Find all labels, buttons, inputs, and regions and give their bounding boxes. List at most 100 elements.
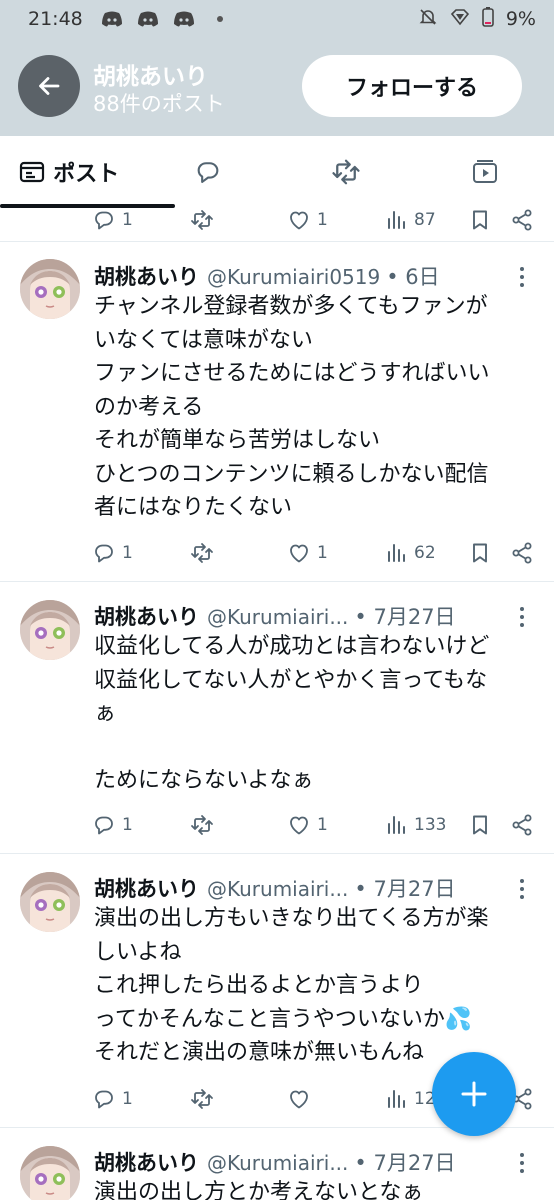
heart-icon: [287, 541, 311, 565]
post-text: 演出の出し方とか考えないとなぁ: [94, 1180, 424, 1200]
post-author-name[interactable]: 胡桃あいり: [94, 601, 199, 631]
profile-name: 胡桃あいり: [93, 64, 208, 90]
repost-icon: [190, 1087, 214, 1111]
avatar[interactable]: [20, 872, 80, 932]
post-header: 胡桃あいり @Kurumiairi... • 7月27日: [94, 873, 456, 903]
views-button[interactable]: 12: [384, 1081, 436, 1117]
reply-button[interactable]: 1: [92, 535, 133, 571]
battery-level: 9%: [505, 8, 536, 30]
reply-button[interactable]: 1: [92, 1081, 133, 1117]
post-text: チャンネル登録者数が多くてもファンが いなくては意味がない ファンにさせるために…: [94, 294, 490, 520]
back-button[interactable]: [18, 55, 80, 117]
post-author-handle[interactable]: @Kurumiairi...: [207, 1151, 348, 1175]
reply-icon: [92, 541, 116, 565]
avatar[interactable]: [20, 1146, 80, 1200]
like-button[interactable]: 1: [287, 208, 328, 238]
bookmark-button[interactable]: [468, 535, 492, 571]
views-button[interactable]: 62: [384, 535, 436, 571]
post-item[interactable]: 胡桃あいり @Kurumiairi0519 • 6日 チャンネル登録者数が多くて…: [0, 243, 554, 582]
share-icon: [510, 541, 534, 565]
more-options-button[interactable]: [512, 1151, 532, 1175]
more-options-button[interactable]: [512, 877, 532, 901]
more-options-button[interactable]: [512, 605, 532, 629]
views-icon: [384, 208, 408, 232]
posts-tab-icon: [20, 161, 45, 183]
views-button[interactable]: 133: [384, 807, 446, 843]
like-button[interactable]: [287, 1081, 317, 1117]
post-count: 88件のポスト: [93, 92, 225, 116]
repost-button[interactable]: [190, 208, 214, 238]
post-text: 収益化してる人が成功とは言わないけど 収益化してない人がとやかく言ってもな ぁ …: [94, 634, 490, 793]
repost-button[interactable]: [190, 1081, 214, 1117]
tab-replies[interactable]: [139, 136, 278, 208]
post-author-name[interactable]: 胡桃あいり: [94, 261, 199, 291]
video-tab-icon: [472, 160, 497, 183]
previous-post-actions: 1 1 87: [0, 208, 554, 242]
post-date[interactable]: • 7月27日: [354, 873, 455, 903]
views-button[interactable]: 87: [384, 208, 436, 238]
avatar[interactable]: [20, 600, 80, 660]
post-author-name[interactable]: 胡桃あいり: [94, 1147, 199, 1177]
plus-icon: [461, 1081, 487, 1107]
bookmark-icon: [468, 208, 492, 232]
repost-tab-icon: [331, 157, 361, 187]
repost-button[interactable]: [190, 535, 214, 571]
reply-button[interactable]: 1: [92, 208, 133, 238]
post-item[interactable]: 胡桃あいり @Kurumiairi... • 7月27日 収益化してる人が成功と…: [0, 583, 554, 854]
profile-header: 胡桃あいり 88件のポスト フォローする: [0, 38, 554, 136]
post-date[interactable]: • 7月27日: [354, 1147, 455, 1177]
follow-button[interactable]: フォローする: [302, 55, 522, 117]
heart-icon: [287, 1087, 311, 1111]
signal-icon: [450, 8, 470, 31]
like-button[interactable]: 1: [287, 807, 328, 843]
share-icon: [510, 208, 534, 232]
bookmark-button[interactable]: [468, 208, 492, 238]
share-button[interactable]: [510, 208, 534, 238]
post-item[interactable]: 胡桃あいり @Kurumiairi... • 7月27日 演出の出し方とか考えな…: [0, 1129, 554, 1200]
post-date[interactable]: • 6日: [386, 261, 439, 291]
views-icon: [384, 541, 408, 565]
bookmark-icon: [468, 541, 492, 565]
reply-icon: [92, 208, 116, 232]
reply-icon: [92, 1087, 116, 1111]
more-options-button[interactable]: [512, 265, 532, 289]
repost-icon: [190, 541, 214, 565]
post-actions: 1 1 133: [0, 807, 554, 843]
views-icon: [384, 813, 408, 837]
reply-button[interactable]: 1: [92, 807, 133, 843]
notification-dot-icon: [207, 9, 233, 29]
post-header: 胡桃あいり @Kurumiairi0519 • 6日: [94, 261, 440, 291]
heart-icon: [287, 813, 311, 837]
post-date[interactable]: • 7月27日: [354, 601, 455, 631]
post-author-handle[interactable]: @Kurumiairi...: [207, 877, 348, 901]
views-icon: [384, 1087, 408, 1111]
tab-reposts[interactable]: [277, 136, 416, 208]
discord-icon: [171, 9, 197, 29]
post-text: 演出の出し方もいきなり出てくる方が楽 しいよね これ押したら出るよとか言うより …: [94, 906, 489, 1065]
reply-icon: [92, 813, 116, 837]
post-author-name[interactable]: 胡桃あいり: [94, 873, 199, 903]
post-author-handle[interactable]: @Kurumiairi0519: [207, 265, 380, 289]
arrow-left-icon: [39, 77, 60, 95]
post-author-handle[interactable]: @Kurumiairi...: [207, 605, 348, 629]
avatar[interactable]: [20, 259, 80, 319]
tab-media[interactable]: [416, 136, 554, 208]
battery-icon: [482, 6, 494, 32]
discord-icon: [135, 9, 161, 29]
like-button[interactable]: 1: [287, 535, 328, 571]
bookmark-button[interactable]: [468, 807, 492, 843]
post-actions: 1 1 62: [0, 535, 554, 571]
post-header: 胡桃あいり @Kurumiairi... • 7月27日: [94, 1147, 456, 1177]
repost-button[interactable]: [190, 807, 214, 843]
repost-icon: [190, 813, 214, 837]
tab-posts-label: ポスト: [53, 162, 120, 187]
share-button[interactable]: [510, 535, 534, 571]
repost-icon: [190, 208, 214, 232]
share-icon: [510, 813, 534, 837]
compose-post-button[interactable]: [432, 1052, 516, 1136]
post-header: 胡桃あいり @Kurumiairi... • 7月27日: [94, 601, 456, 631]
bookmark-icon: [468, 813, 492, 837]
tab-posts[interactable]: ポスト: [0, 136, 175, 208]
share-button[interactable]: [510, 807, 534, 843]
discord-icon: [99, 9, 125, 29]
